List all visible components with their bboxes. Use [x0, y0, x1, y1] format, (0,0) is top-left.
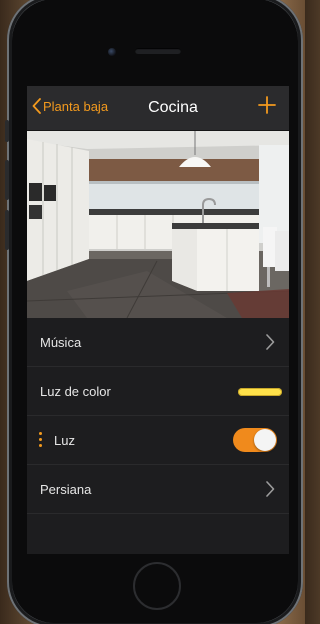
list-item-luz-de-color[interactable]: Luz de color — [27, 367, 289, 416]
page-title: Cocina — [148, 99, 198, 116]
phone-side-button — [5, 120, 9, 142]
home-button[interactable] — [133, 562, 181, 610]
list-item-label: Luz — [54, 432, 75, 448]
device-list: Música Luz de color Luz Persiana — [27, 318, 289, 514]
list-item-luz[interactable]: Luz — [27, 416, 289, 465]
room-photo — [27, 131, 289, 318]
luz-toggle[interactable] — [233, 428, 277, 452]
drag-handle-icon[interactable] — [39, 432, 43, 450]
phone-volume-down — [5, 210, 9, 250]
app-screen: Planta baja Cocina Música Luz de color L… — [27, 86, 289, 554]
phone-volume-up — [5, 160, 9, 200]
list-item-label: Persiana — [40, 481, 92, 497]
chevron-right-icon — [266, 481, 275, 497]
list-item-label: Luz de color — [40, 383, 111, 399]
list-item-persiana[interactable]: Persiana — [27, 465, 289, 514]
list-item-musica[interactable]: Música — [27, 318, 289, 367]
earpiece-speaker — [135, 48, 181, 54]
front-camera — [108, 48, 116, 56]
chevron-right-icon — [266, 334, 275, 350]
kitchen-photo — [27, 131, 289, 318]
color-swatch[interactable] — [238, 388, 282, 396]
toggle-knob — [254, 429, 276, 451]
plus-icon[interactable] — [257, 95, 277, 115]
list-item-label: Música — [40, 334, 82, 350]
navigation-bar: Planta baja Cocina — [27, 86, 289, 131]
